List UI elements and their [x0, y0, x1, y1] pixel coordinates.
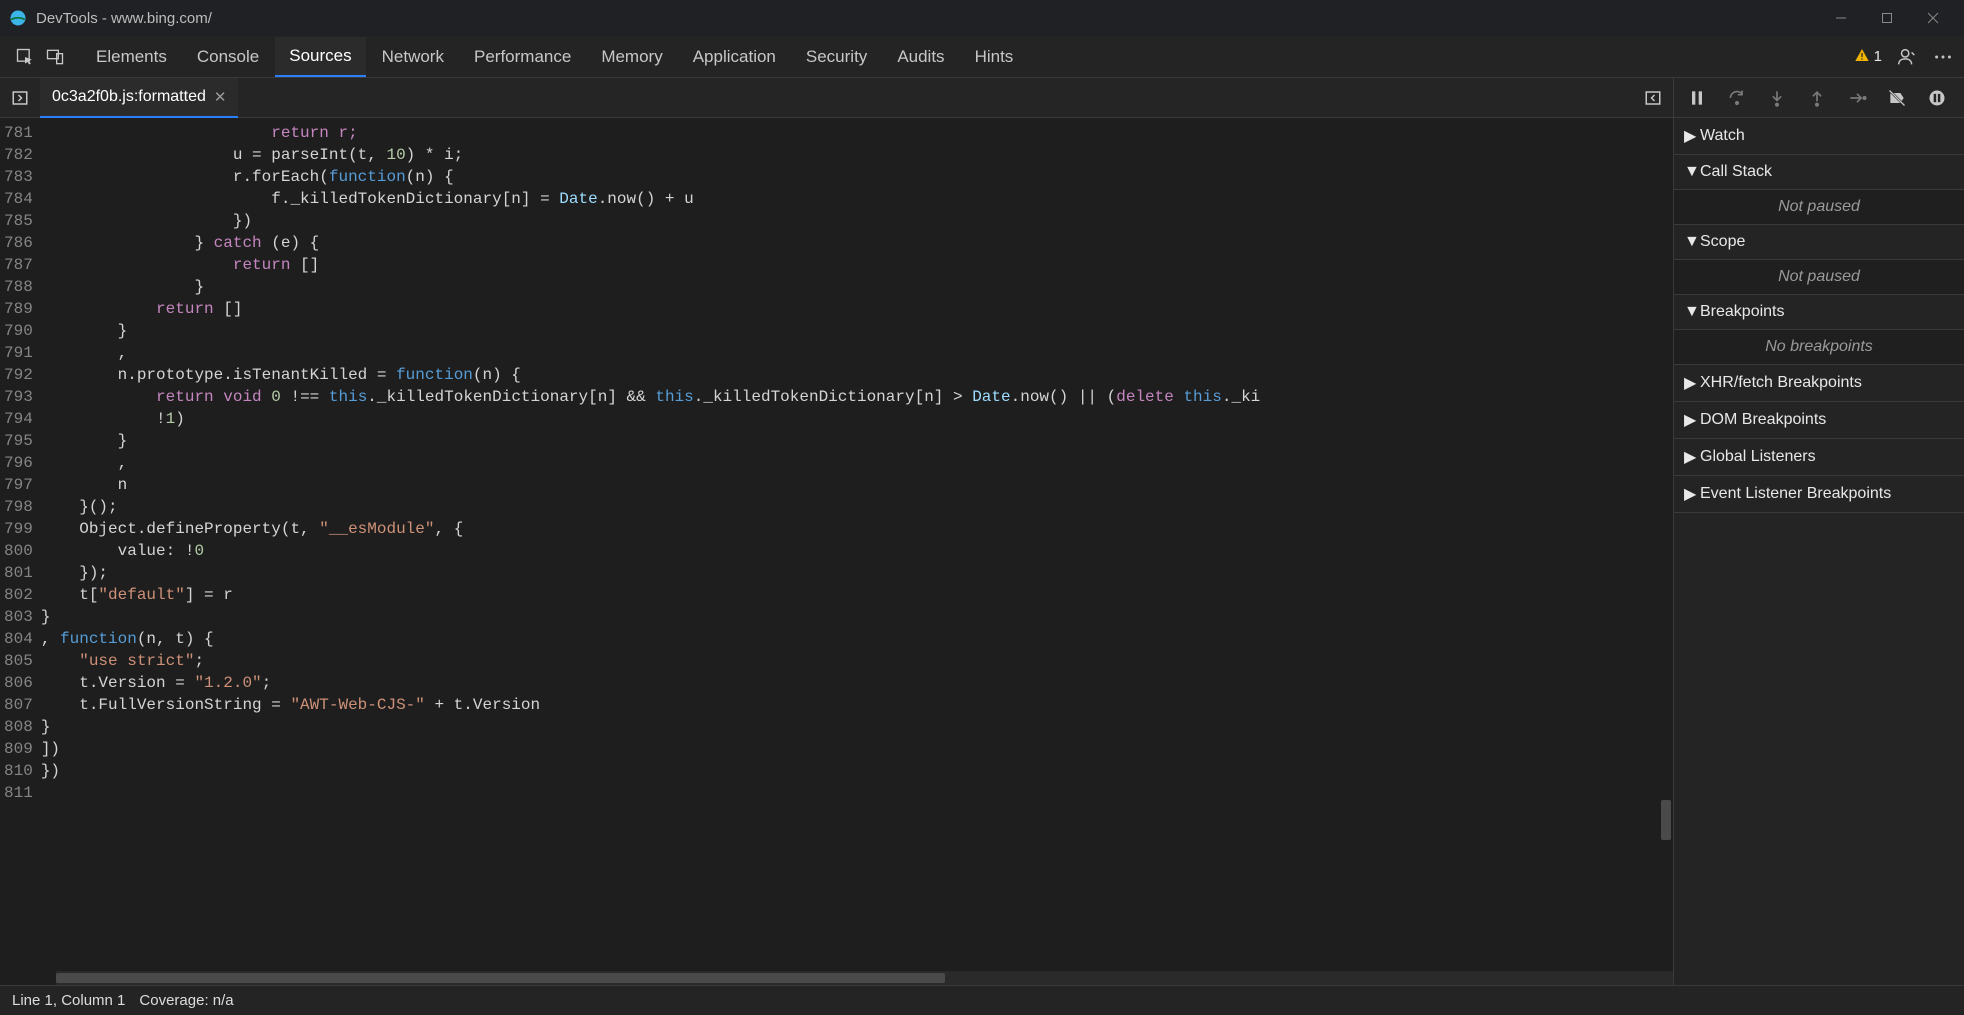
panel-breakpoints: ▼Breakpoints No breakpoints [1674, 295, 1964, 365]
window-titlebar: DevTools - www.bing.com/ [0, 0, 1964, 36]
step-into-button[interactable] [1764, 85, 1790, 111]
callstack-body: Not paused [1674, 189, 1964, 224]
panel-scope: ▼Scope Not paused [1674, 225, 1964, 295]
chevron-down-icon: ▼ [1684, 163, 1694, 181]
feedback-icon[interactable] [1896, 46, 1918, 68]
debugger-toggle-icon[interactable] [1633, 78, 1673, 118]
close-button[interactable] [1910, 0, 1956, 36]
cursor-position: Line 1, Column 1 [12, 992, 125, 1009]
deactivate-breakpoints-button[interactable] [1884, 85, 1910, 111]
debugger-controls [1674, 78, 1964, 117]
statusbar: Line 1, Column 1 Coverage: n/a [0, 985, 1964, 1015]
debugger-sidebar: ▶Watch ▼Call Stack Not paused ▼Scope Not… [1674, 118, 1964, 985]
panel-dom-breakpoints: ▶DOM Breakpoints [1674, 402, 1964, 439]
file-tab[interactable]: 0c3a2f0b.js:formatted ✕ [40, 78, 238, 118]
maximize-button[interactable] [1864, 0, 1910, 36]
code-area[interactable]: return r; u = parseInt(t, 10) * i; r.for… [41, 118, 1673, 985]
line-gutter: 781 782 783 784 785 786 787 788 789 790 … [0, 118, 41, 985]
vertical-scrollbar[interactable] [1659, 118, 1673, 971]
window-controls [1818, 0, 1956, 36]
chevron-right-icon: ▶ [1684, 410, 1694, 430]
chevron-down-icon: ▼ [1684, 233, 1694, 251]
breakpoints-body: No breakpoints [1674, 329, 1964, 364]
panel-watch: ▶Watch [1674, 118, 1964, 155]
tab-security[interactable]: Security [792, 38, 881, 76]
tab-memory[interactable]: Memory [587, 38, 676, 76]
tab-sources[interactable]: Sources [275, 37, 365, 77]
panel-callstack: ▼Call Stack Not paused [1674, 155, 1964, 225]
device-toolbar-icon[interactable] [40, 42, 70, 72]
step-out-button[interactable] [1804, 85, 1830, 111]
tab-hints[interactable]: Hints [961, 38, 1028, 76]
tab-elements[interactable]: Elements [82, 38, 181, 76]
pause-button[interactable] [1684, 85, 1710, 111]
inspect-element-icon[interactable] [10, 42, 40, 72]
panel-xhr-breakpoints: ▶XHR/fetch Breakpoints [1674, 365, 1964, 402]
sources-subbar: 0c3a2f0b.js:formatted ✕ [0, 78, 1964, 118]
chevron-right-icon: ▶ [1684, 126, 1694, 146]
chevron-down-icon: ▼ [1684, 303, 1694, 321]
step-button[interactable] [1844, 85, 1870, 111]
editor-pane: 781 782 783 784 785 786 787 788 789 790 … [0, 118, 1674, 985]
chevron-right-icon: ▶ [1684, 447, 1694, 467]
tab-application[interactable]: Application [679, 38, 790, 76]
app-icon [8, 8, 28, 28]
tab-network[interactable]: Network [368, 38, 458, 76]
close-icon[interactable]: ✕ [214, 88, 227, 106]
chevron-right-icon: ▶ [1684, 484, 1694, 504]
coverage-status: Coverage: n/a [139, 992, 233, 1009]
warning-icon [1854, 47, 1870, 67]
panel-tab-strip: Elements Console Sources Network Perform… [82, 37, 1027, 77]
navigator-toggle-icon[interactable] [0, 78, 40, 118]
step-over-button[interactable] [1724, 85, 1750, 111]
pause-on-exceptions-button[interactable] [1924, 85, 1950, 111]
tab-console[interactable]: Console [183, 38, 273, 76]
minimize-button[interactable] [1818, 0, 1864, 36]
panel-global-listeners: ▶Global Listeners [1674, 439, 1964, 476]
warning-badge[interactable]: 1 [1854, 47, 1882, 67]
main-area: 781 782 783 784 785 786 787 788 789 790 … [0, 118, 1964, 985]
warning-count: 1 [1874, 48, 1882, 65]
panel-event-listener-breakpoints: ▶Event Listener Breakpoints [1674, 476, 1964, 513]
tab-audits[interactable]: Audits [883, 38, 958, 76]
file-tab-name: 0c3a2f0b.js:formatted [52, 88, 206, 106]
tab-performance[interactable]: Performance [460, 38, 585, 76]
main-toolbar: Elements Console Sources Network Perform… [0, 36, 1964, 78]
window-title: DevTools - www.bing.com/ [36, 10, 212, 27]
chevron-right-icon: ▶ [1684, 373, 1694, 393]
more-icon[interactable] [1932, 46, 1954, 68]
scope-body: Not paused [1674, 259, 1964, 294]
horizontal-scrollbar[interactable] [56, 971, 1673, 985]
